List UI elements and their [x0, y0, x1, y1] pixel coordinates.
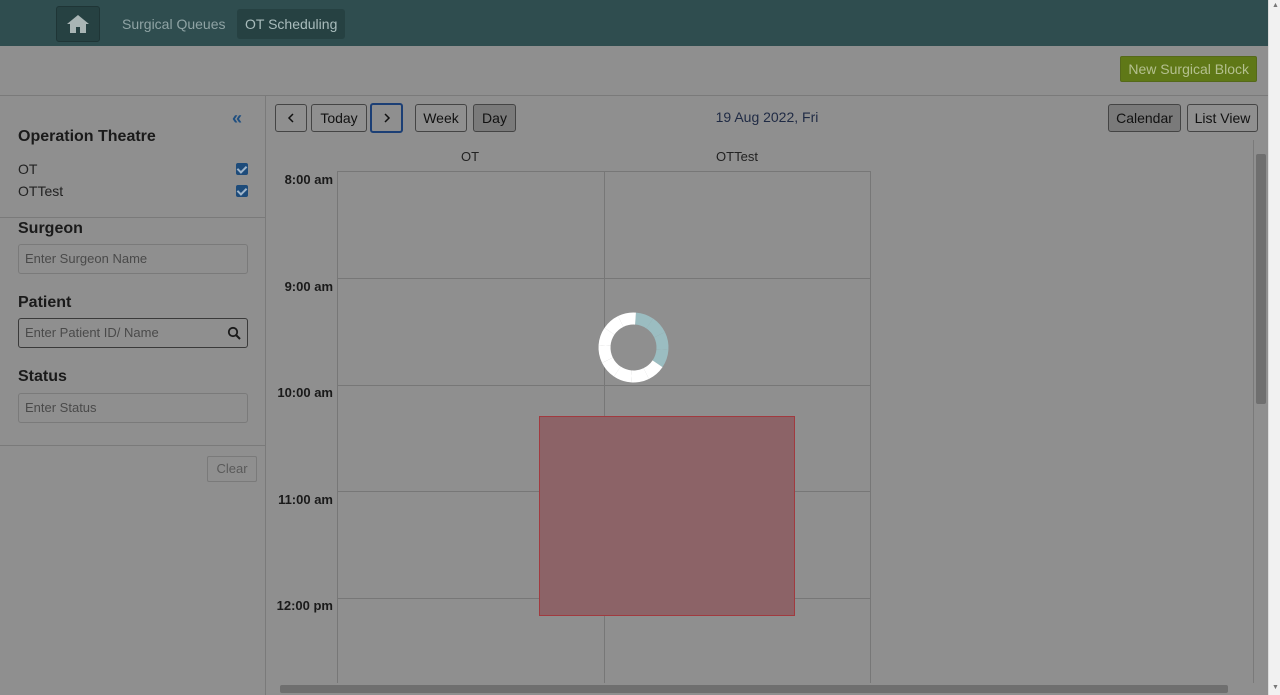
ottest-filter-item[interactable]: OTTest — [18, 183, 248, 201]
ot-checkbox[interactable] — [236, 163, 248, 175]
nav-ot-scheduling[interactable]: OT Scheduling — [237, 9, 346, 39]
calendar-vertical-scrollbar[interactable] — [1253, 140, 1268, 683]
time-label: 8:00 am — [284, 172, 333, 187]
divider — [0, 445, 266, 446]
ot-filter-item[interactable]: OT — [18, 161, 248, 179]
ottest-filter-label: OTTest — [18, 183, 64, 199]
time-label: 9:00 am — [284, 279, 333, 294]
top-navbar: Surgical Queues OT Scheduling — [0, 0, 1268, 46]
hour-line — [338, 385, 870, 386]
action-bar: New Surgical Block — [0, 46, 1268, 96]
surgeon-input[interactable]: Enter Surgeon Name — [18, 244, 248, 274]
surgeon-title: Surgeon — [18, 220, 83, 237]
ot-filter-label: OT — [18, 161, 38, 177]
time-label: 10:00 am — [277, 385, 333, 400]
today-button[interactable]: Today — [311, 104, 367, 132]
calendar-view-button[interactable]: Calendar — [1108, 104, 1181, 132]
divider — [0, 217, 266, 218]
operation-theatre-title: Operation Theatre — [18, 128, 156, 145]
list-view-button[interactable]: List View — [1187, 104, 1258, 132]
search-icon[interactable] — [227, 326, 241, 340]
patient-title: Patient — [18, 294, 72, 311]
filter-sidebar: « Operation Theatre OT OTTest Surgeon En… — [0, 96, 266, 695]
hour-line — [338, 278, 870, 279]
status-title: Status — [18, 368, 67, 385]
calendar-horizontal-scrollbar[interactable] — [267, 683, 1253, 695]
time-label: 11:00 am — [278, 492, 333, 507]
chevron-right-icon — [383, 113, 390, 123]
prev-day-button[interactable] — [275, 104, 307, 132]
column-header-ottest: OTTest — [716, 149, 758, 164]
column-header-ot: OT — [460, 149, 480, 164]
ottest-checkbox[interactable] — [236, 185, 248, 197]
next-day-button[interactable] — [370, 103, 403, 133]
scrollbar-thumb[interactable] — [1256, 154, 1266, 404]
scrollbar-thumb[interactable] — [280, 685, 1228, 693]
patient-search-input[interactable]: Enter Patient ID/ Name — [18, 318, 248, 348]
double-chevron-left-icon[interactable]: « — [232, 109, 248, 127]
clear-button[interactable]: Clear — [207, 456, 257, 482]
calendar-panel: Today Week Day 19 Aug 2022, Fri Calendar… — [267, 96, 1258, 683]
patient-search-placeholder: Enter Patient ID/ Name — [25, 325, 159, 340]
nav-surgical-queues[interactable]: Surgical Queues — [114, 9, 234, 39]
day-view-button[interactable]: Day — [473, 104, 516, 132]
page-scrollbar[interactable]: ▲ ▼ — [1268, 0, 1280, 695]
scroll-up-icon[interactable]: ▲ — [1272, 2, 1279, 9]
new-surgical-block-button[interactable]: New Surgical Block — [1120, 56, 1257, 82]
home-button[interactable] — [56, 6, 100, 42]
chevron-left-icon — [287, 113, 294, 123]
surgical-block-event[interactable] — [539, 416, 795, 616]
home-icon — [67, 15, 89, 33]
week-view-button[interactable]: Week — [415, 104, 467, 132]
time-label: 12:00 pm — [276, 598, 333, 613]
scroll-down-icon[interactable]: ▼ — [1272, 684, 1279, 691]
current-date-title: 19 Aug 2022, Fri — [715, 109, 819, 125]
loading-spinner-icon — [598, 312, 669, 383]
status-input[interactable]: Enter Status — [18, 393, 248, 423]
